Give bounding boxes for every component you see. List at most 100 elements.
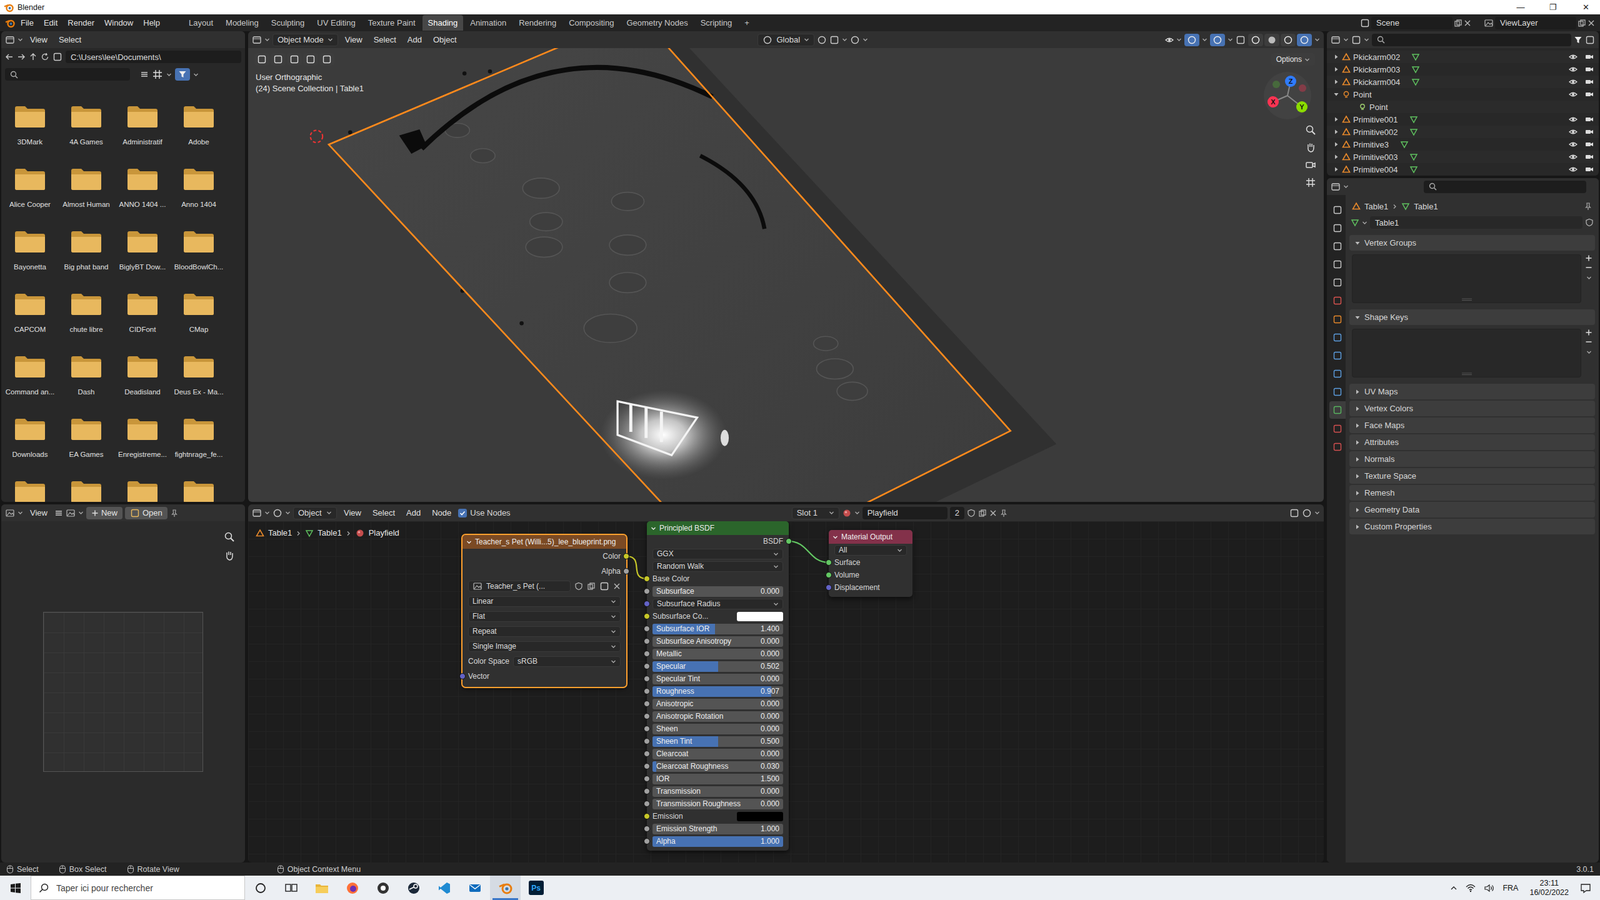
color-space-dropdown[interactable]: sRGB <box>513 656 621 667</box>
chevron-down-icon[interactable] <box>1314 510 1320 516</box>
unlink-icon[interactable] <box>989 509 997 517</box>
value-slider[interactable]: Clearcoat0.000 <box>652 748 784 760</box>
panel-header[interactable]: Normals <box>1349 451 1595 467</box>
taskbar-search[interactable] <box>30 875 245 900</box>
node-canvas[interactable]: Table1Table1PlayfieldTeacher_s Pet (Will… <box>248 521 1324 863</box>
menu-item[interactable]: View <box>25 33 52 47</box>
start-button[interactable] <box>0 875 31 900</box>
value-slider[interactable]: Anisotropic Rotation0.000 <box>652 711 784 722</box>
clock[interactable]: 23:1116/02/2022 <box>1525 878 1573 898</box>
material-name-field[interactable]: Playfield <box>862 506 948 520</box>
panel-header[interactable]: UV Maps <box>1349 383 1595 400</box>
folder-item[interactable]: ANNO 1404 ... <box>114 166 171 230</box>
taskbar-app[interactable] <box>398 875 429 900</box>
node-socket[interactable] <box>825 571 832 579</box>
mesh-data-icon[interactable] <box>1409 165 1419 174</box>
folder-item[interactable]: BloodBowlCh... <box>170 229 227 292</box>
breadcrumb-item[interactable]: Table1 <box>268 527 292 539</box>
mesh-data-icon[interactable] <box>1411 77 1420 87</box>
fake-user-icon[interactable] <box>574 581 584 591</box>
shading-mode-button[interactable] <box>1296 33 1312 47</box>
node-socket[interactable] <box>643 775 650 782</box>
disclosure-triangle-icon[interactable] <box>1333 141 1340 148</box>
properties-tab[interactable] <box>1329 255 1346 274</box>
node-socket[interactable] <box>643 650 650 657</box>
panel-header[interactable]: Vertex Colors <box>1349 400 1595 417</box>
orientation-dropdown[interactable]: Global <box>757 33 815 47</box>
hand-icon[interactable] <box>1305 141 1317 154</box>
node-dropdown[interactable]: Linear <box>468 596 621 607</box>
copy-icon[interactable] <box>1453 18 1463 28</box>
outliner-row[interactable]: Pkickarm002 <box>1326 50 1599 64</box>
outliner-row[interactable]: Primitive003 <box>1326 150 1599 164</box>
node-dropdown[interactable]: Random Walk <box>652 561 784 572</box>
value-slider[interactable]: Emission Strength1.000 <box>652 823 784 835</box>
visibility-icon[interactable] <box>1568 152 1578 162</box>
path-field[interactable]: C:\Users\lee\Documents\ <box>65 50 242 64</box>
chevron-down-icon[interactable] <box>193 71 199 78</box>
language-indicator[interactable]: FRA <box>1502 883 1519 893</box>
render-icon[interactable] <box>1585 115 1594 124</box>
network-icon[interactable] <box>1465 883 1477 894</box>
node-socket[interactable] <box>643 825 650 832</box>
thumbnail-view-icon[interactable] <box>151 68 164 80</box>
snap-icon[interactable] <box>829 35 840 45</box>
folder-item[interactable] <box>58 479 115 502</box>
filter-button[interactable] <box>175 68 190 81</box>
chevron-down-icon[interactable] <box>1585 275 1593 281</box>
value-slider[interactable]: Subsurface IOR1.400 <box>652 623 784 635</box>
pin-icon[interactable] <box>170 508 179 518</box>
select-mode-button[interactable] <box>270 53 286 66</box>
node-dropdown[interactable]: Subsurface Radius <box>652 598 784 610</box>
file-search-field[interactable] <box>5 68 130 81</box>
notifications-icon[interactable] <box>1580 882 1592 894</box>
folder-icon[interactable] <box>599 581 610 592</box>
properties-tab[interactable] <box>1329 328 1346 347</box>
color-swatch[interactable] <box>736 811 784 822</box>
visibility-icon[interactable] <box>1568 77 1578 87</box>
node-header[interactable]: Principled BSDF <box>646 521 789 535</box>
properties-tab[interactable] <box>1329 420 1346 438</box>
chevron-down-icon[interactable] <box>1343 183 1349 190</box>
render-icon[interactable] <box>1585 152 1594 162</box>
folder-item[interactable] <box>170 479 227 502</box>
properties-tab[interactable] <box>1329 291 1346 310</box>
menu-item[interactable]: Help <box>138 16 165 30</box>
taskbar-app[interactable]: Ps <box>520 875 552 900</box>
disclosure-triangle-icon[interactable] <box>1333 78 1340 85</box>
node-socket[interactable] <box>643 663 650 670</box>
editor-type-icon[interactable] <box>5 508 15 519</box>
node-socket[interactable] <box>643 638 650 645</box>
shader-node[interactable]: Principled BSDFBSDFGGXRandom WalkBase Co… <box>646 521 789 851</box>
grid-icon[interactable] <box>1305 176 1317 189</box>
folder-item[interactable]: Almost Human <box>58 166 115 230</box>
node-header[interactable]: Material Output <box>828 530 913 544</box>
collapse-icon[interactable] <box>466 539 472 545</box>
image-field[interactable]: Teacher_s Pet (... <box>468 580 571 592</box>
folder-item[interactable]: Downloads <box>1 416 59 480</box>
menu-item[interactable]: Render <box>63 16 99 30</box>
mesh-data-icon[interactable] <box>1409 127 1419 137</box>
node-socket[interactable] <box>643 688 650 695</box>
scene-field[interactable]: Scene <box>1371 16 1453 30</box>
menu-item[interactable]: Object <box>428 33 462 47</box>
chevron-down-icon[interactable] <box>1343 36 1349 43</box>
list-box[interactable] <box>1351 328 1582 378</box>
display-mode-icon[interactable] <box>1351 35 1362 45</box>
breadcrumb-item[interactable]: Table1 <box>317 527 342 539</box>
node-socket[interactable] <box>459 673 466 680</box>
render-icon[interactable] <box>1585 165 1594 174</box>
menu-item[interactable]: View <box>339 506 366 520</box>
chevron-down-icon[interactable] <box>17 510 24 516</box>
folder-item[interactable]: fightnrage_fe... <box>170 416 227 480</box>
workspace-tab[interactable]: Compositing <box>563 15 620 31</box>
workspace-tab[interactable]: Scripting <box>695 15 739 31</box>
taskbar-app[interactable] <box>490 875 521 900</box>
fake-user-icon[interactable] <box>966 508 976 518</box>
chevron-down-icon[interactable] <box>264 36 270 43</box>
value-slider[interactable]: Subsurface0.000 <box>652 586 784 597</box>
properties-tab[interactable] <box>1329 346 1346 365</box>
folder-item[interactable]: Enregistreme... <box>114 416 171 480</box>
visibility-icon[interactable] <box>1165 35 1174 45</box>
shader-type-icon[interactable] <box>272 508 283 519</box>
